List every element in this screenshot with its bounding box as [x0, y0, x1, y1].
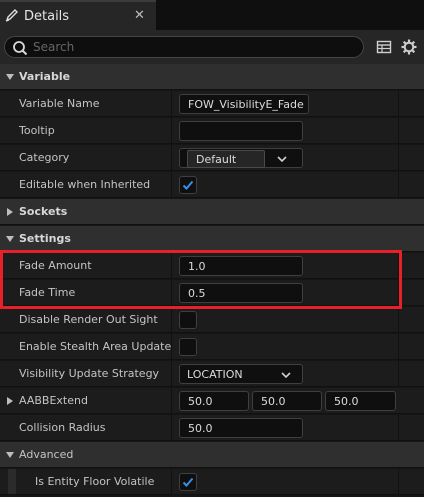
tooltip-input[interactable]: [179, 121, 303, 141]
property-label: Is Entity Floor Volatile: [35, 475, 155, 488]
details-panel: Variable Variable Name FOW_VisibilityE_F…: [0, 64, 424, 497]
checkmark-icon: [182, 180, 194, 190]
row-visibility-update-strategy: Visibility Update Strategy LOCATION: [0, 361, 424, 387]
checkmark-icon: [182, 477, 194, 487]
category-settings[interactable]: Settings: [0, 226, 424, 252]
property-label: Disable Render Out Sight: [19, 313, 158, 326]
category-value: Default: [187, 150, 265, 168]
property-label: Category: [19, 151, 70, 164]
chevron-down-icon: [281, 372, 291, 379]
search-toolbar: [0, 30, 424, 64]
row-editable-when-inherited: Editable when Inherited: [0, 172, 424, 198]
search-icon: [13, 41, 28, 56]
row-fade-time: Fade Time 0.5: [0, 280, 424, 306]
enable-stealth-area-update-checkbox[interactable]: [179, 338, 197, 356]
property-label: Fade Amount: [19, 259, 92, 272]
collision-radius-input[interactable]: 50.0: [179, 418, 303, 438]
fade-time-input[interactable]: 0.5: [179, 283, 303, 303]
property-label: Collision Radius: [19, 421, 106, 434]
row-variable-name: Variable Name FOW_VisibilityE_Fade: [0, 91, 424, 117]
category-variable[interactable]: Variable: [0, 64, 424, 90]
settings-gear-icon[interactable]: [401, 39, 417, 55]
tab-title: Details: [24, 9, 70, 24]
property-label: AABBExtend: [19, 394, 88, 407]
row-collision-radius: Collision Radius 50.0: [0, 415, 424, 441]
variable-name-input[interactable]: FOW_VisibilityE_Fade: [179, 94, 309, 114]
pencil-icon: [5, 9, 18, 22]
close-icon[interactable]: ✕: [134, 8, 145, 23]
details-tab[interactable]: Details ✕: [0, 0, 156, 30]
chevron-down-icon: [6, 74, 14, 80]
chevron-down-icon: [6, 236, 14, 242]
visibility-update-strategy-dropdown[interactable]: LOCATION: [179, 364, 303, 384]
property-label: Editable when Inherited: [19, 178, 151, 191]
row-disable-render-out-sight: Disable Render Out Sight: [0, 307, 424, 333]
category-label: Sockets: [19, 205, 68, 218]
row-aabb-extend: AABBExtend 50.0 50.0 50.0: [0, 388, 424, 414]
category-label: Advanced: [19, 448, 74, 461]
chevron-right-icon: [7, 208, 13, 216]
category-label: Settings: [19, 232, 71, 245]
chevron-right-icon[interactable]: [5, 396, 15, 406]
disable-render-out-sight-checkbox[interactable]: [179, 311, 197, 329]
property-label: Enable Stealth Area Update: [19, 340, 172, 353]
is-entity-floor-volatile-checkbox[interactable]: [179, 473, 197, 491]
fade-amount-input[interactable]: 1.0: [179, 256, 303, 276]
editable-when-inherited-checkbox[interactable]: [179, 176, 197, 194]
aabb-extend-z-input[interactable]: 50.0: [325, 391, 396, 411]
category-combo[interactable]: Default: [179, 148, 303, 168]
search-box[interactable]: [4, 36, 364, 58]
property-label: Tooltip: [19, 124, 55, 137]
row-fade-amount: Fade Amount 1.0: [0, 253, 424, 279]
category-advanced[interactable]: Advanced: [0, 442, 424, 468]
chevron-down-icon: [6, 452, 14, 458]
property-label: Visibility Update Strategy: [19, 367, 160, 380]
table-view-icon[interactable]: [376, 39, 392, 55]
aabb-extend-y-input[interactable]: 50.0: [252, 391, 322, 411]
row-category: Category Default: [0, 145, 424, 171]
category-sockets[interactable]: Sockets: [0, 199, 424, 225]
property-label: Fade Time: [19, 286, 76, 299]
property-label: Variable Name: [19, 97, 100, 110]
chevron-down-icon: [277, 156, 287, 163]
row-enable-stealth-area-update: Enable Stealth Area Update: [0, 334, 424, 360]
row-tooltip: Tooltip: [0, 118, 424, 144]
category-label: Variable: [19, 70, 71, 83]
row-is-entity-floor-volatile: Is Entity Floor Volatile: [0, 469, 424, 495]
search-input[interactable]: [33, 38, 353, 56]
aabb-extend-x-input[interactable]: 50.0: [179, 391, 249, 411]
tab-bar: Details ✕: [0, 0, 424, 30]
dropdown-value: LOCATION: [187, 368, 243, 381]
